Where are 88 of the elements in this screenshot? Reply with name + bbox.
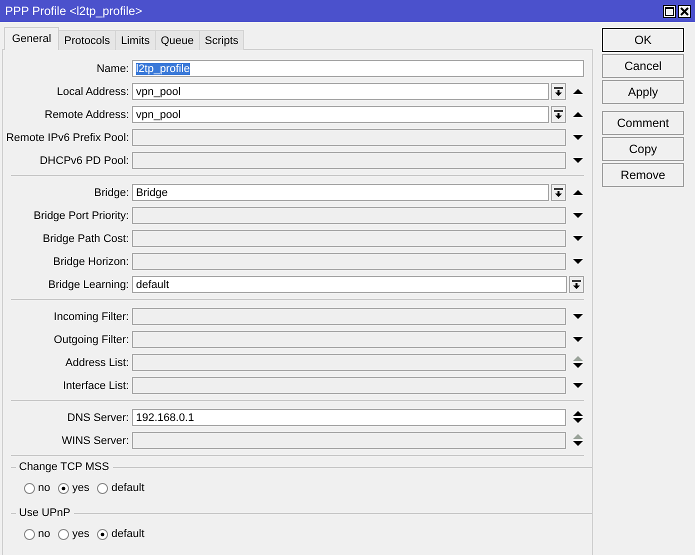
field-label: Outgoing Filter: [52, 334, 130, 346]
dropdown-arrow-icon[interactable] [572, 210, 584, 221]
down-to-bar-icon [554, 86, 563, 96]
input-field[interactable] [132, 207, 566, 224]
input-field[interactable]: l2tp_profile [132, 60, 584, 77]
tab[interactable]: Protocols [58, 30, 116, 50]
field-label: Interface List: [62, 380, 130, 392]
tab[interactable]: Limits [115, 30, 156, 50]
input-field[interactable] [132, 230, 566, 247]
radio-button[interactable] [58, 482, 70, 494]
field-label: WINS Server: [60, 434, 130, 446]
field-value: Bridge [136, 186, 168, 198]
down-to-bar-icon [554, 188, 563, 198]
input-field[interactable] [132, 354, 566, 371]
field-label: Name: [96, 62, 130, 74]
field-label: Bridge Path Cost: [42, 232, 130, 244]
tab[interactable]: Scripts [198, 30, 244, 50]
input-field[interactable] [132, 152, 566, 169]
field-label: Bridge Horizon: [52, 256, 130, 268]
field-value: vpn_pool [136, 108, 181, 120]
close-button[interactable] [678, 4, 691, 18]
list-button[interactable] [569, 276, 584, 293]
field-label: Bridge Learning: [47, 278, 130, 290]
radio-option[interactable]: yes [58, 528, 90, 540]
radio-option[interactable]: yes [58, 482, 90, 494]
dialog-button[interactable]: OK [602, 28, 684, 52]
list-button[interactable] [551, 184, 566, 201]
collapse-arrow-icon[interactable] [572, 109, 584, 120]
field-label: Address List: [64, 356, 130, 368]
up-down-arrows-icon[interactable] [572, 356, 584, 369]
list-button[interactable] [551, 106, 566, 123]
dropdown-arrow-icon[interactable] [572, 311, 584, 322]
input-field[interactable]: default [132, 276, 567, 293]
input-field[interactable] [132, 331, 566, 348]
field-label: Remote Address: [44, 108, 130, 120]
list-button[interactable] [551, 83, 566, 100]
input-field[interactable]: vpn_pool [132, 83, 549, 100]
down-to-bar-icon [572, 280, 581, 290]
input-field[interactable] [132, 432, 566, 449]
window-title: PPP Profile <l2tp_profile> [5, 4, 144, 18]
field-value: vpn_pool [136, 86, 181, 98]
radio-option[interactable]: default [97, 482, 144, 494]
radio-button[interactable] [97, 528, 108, 540]
collapse-arrow-icon[interactable] [572, 187, 584, 198]
field-label: Local Address: [56, 86, 130, 98]
input-field[interactable]: 192.168.0.1 [132, 409, 566, 426]
dropdown-arrow-icon[interactable] [572, 132, 584, 143]
field-label: Bridge: [93, 186, 130, 198]
field-value: 192.168.0.1 [136, 412, 194, 424]
field-value: l2tp_profile [136, 62, 190, 74]
radio-button[interactable] [24, 482, 35, 494]
input-field[interactable] [132, 308, 566, 325]
radio-option[interactable]: default [97, 528, 144, 540]
radio-button[interactable] [24, 528, 35, 540]
maximize-button[interactable] [663, 4, 676, 18]
radio-button[interactable] [97, 482, 108, 494]
dialog-button[interactable]: Apply [602, 80, 684, 104]
dialog-button[interactable]: Comment [602, 111, 684, 135]
down-to-bar-icon [554, 110, 563, 120]
field-value: default [136, 278, 170, 290]
collapse-arrow-icon[interactable] [572, 86, 584, 97]
field-label: Bridge Port Priority: [32, 210, 130, 222]
input-field[interactable] [132, 253, 566, 270]
up-down-arrows-icon[interactable] [572, 411, 584, 424]
radio-option[interactable]: no [24, 528, 50, 540]
field-label: DHCPv6 PD Pool: [38, 154, 130, 166]
radio-button[interactable] [58, 528, 70, 540]
dropdown-arrow-icon[interactable] [572, 233, 584, 244]
section-title: Use UPnP [19, 507, 70, 519]
dialog-button[interactable]: Remove [602, 163, 684, 187]
dropdown-arrow-icon[interactable] [572, 155, 584, 166]
input-field[interactable] [132, 129, 566, 146]
dropdown-arrow-icon[interactable] [572, 380, 584, 391]
field-label: Incoming Filter: [52, 310, 130, 322]
radio-option[interactable]: no [24, 482, 50, 494]
input-field[interactable] [132, 377, 566, 394]
dropdown-arrow-icon[interactable] [572, 256, 584, 267]
section-title: Change TCP MSS [19, 461, 110, 473]
dialog-button[interactable]: Cancel [602, 54, 684, 78]
tab[interactable]: Queue [154, 30, 200, 50]
field-label: DNS Server: [66, 412, 130, 424]
dialog-button[interactable]: Copy [602, 137, 684, 161]
dropdown-arrow-icon[interactable] [572, 334, 584, 345]
tab[interactable]: General [4, 27, 60, 50]
input-field[interactable]: vpn_pool [132, 106, 549, 123]
field-label: Remote IPv6 Prefix Pool: [5, 132, 130, 144]
input-field[interactable]: Bridge [132, 184, 549, 201]
up-down-arrows-icon[interactable] [572, 434, 584, 447]
